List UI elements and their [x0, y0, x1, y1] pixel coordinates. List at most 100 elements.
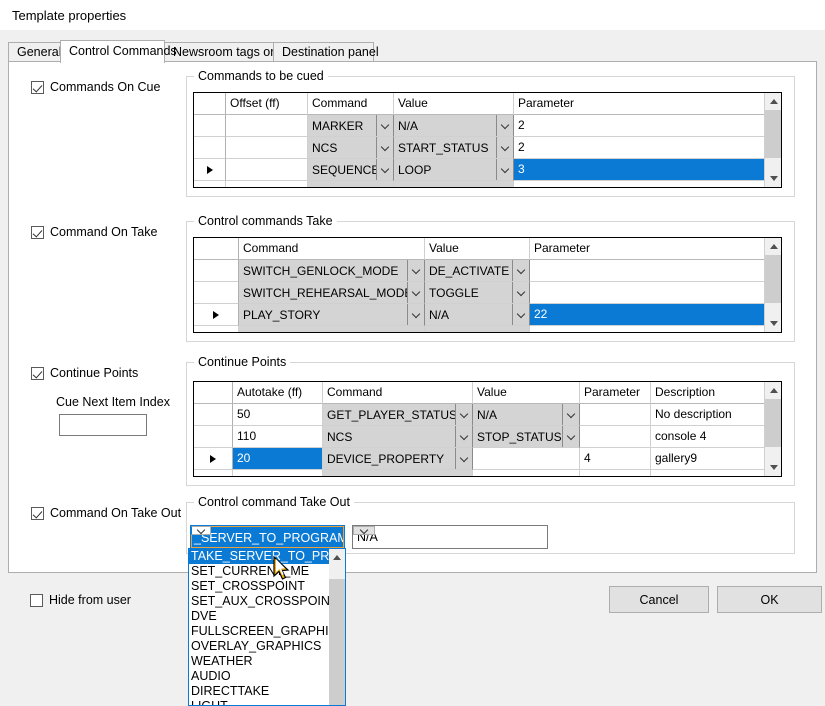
header-offset[interactable]: Offset (ff): [226, 93, 308, 115]
cell-value-combo[interactable]: N/A: [425, 304, 530, 326]
scroll-up-icon[interactable]: [329, 549, 345, 566]
table-row[interactable]: 110 NCS STOP_STATUS console 4: [194, 426, 781, 448]
cell-offset[interactable]: [226, 137, 308, 159]
checkbox-command-on-take[interactable]: Command On Take: [31, 225, 157, 239]
checkbox-continue-points[interactable]: Continue Points: [31, 366, 138, 380]
grid-commands-to-be-cued[interactable]: Offset (ff) Command Value Parameter MARK…: [193, 92, 782, 188]
tab-control-commands[interactable]: Control Commands: [60, 40, 165, 63]
chevron-down-icon[interactable]: [496, 115, 513, 136]
cell-parameter[interactable]: 4: [580, 448, 651, 470]
cell-parameter[interactable]: [530, 260, 766, 282]
command-on-take-out-checkbox-box[interactable]: [31, 507, 44, 520]
cell-command-combo[interactable]: SEQUENCE: [308, 159, 394, 181]
grid-control-commands-take[interactable]: Command Value Parameter SWITCH_GENLOCK_M…: [193, 237, 782, 333]
chevron-down-icon[interactable]: [407, 282, 424, 303]
dropdown-item[interactable]: SET_CURRENT_ME: [189, 564, 330, 579]
header-value[interactable]: Value: [425, 238, 530, 260]
cell-command-combo[interactable]: PLAY_STORY: [239, 304, 425, 326]
cell-parameter-selected[interactable]: 22: [530, 304, 766, 326]
cell-command-combo[interactable]: SWITCH_GENLOCK_MODE: [239, 260, 425, 282]
chevron-down-icon[interactable]: [376, 137, 393, 158]
cell-autotake-selected[interactable]: 20: [233, 448, 323, 470]
take-out-command-combobox[interactable]: _SERVER_TO_PROGRAM: [190, 525, 345, 549]
chevron-down-icon[interactable]: [376, 115, 393, 136]
scroll-down-icon[interactable]: [765, 170, 782, 187]
cell-value[interactable]: [473, 448, 580, 470]
cell-value-combo[interactable]: N/A: [473, 404, 580, 426]
chevron-down-icon[interactable]: [191, 526, 211, 535]
dropdown-item[interactable]: DVE: [189, 609, 330, 624]
chevron-down-icon[interactable]: [455, 404, 472, 425]
cell-command-combo[interactable]: NCS: [308, 137, 394, 159]
chevron-down-icon[interactable]: [562, 426, 579, 447]
dropdown-vertical-scrollbar[interactable]: [329, 549, 345, 705]
grid-continue-points[interactable]: Autotake (ff) Command Value Parameter De…: [193, 381, 782, 477]
cell-value-combo[interactable]: TOGGLE: [425, 282, 530, 304]
scroll-down-icon[interactable]: [765, 459, 782, 476]
table-row[interactable]: SEQUENCE LOOP 3: [194, 159, 781, 181]
cell-offset[interactable]: [226, 159, 308, 181]
dropdown-item[interactable]: OVERLAY_GRAPHICS: [189, 639, 330, 654]
dropdown-item[interactable]: TAKE_SERVER_TO_PROG: [189, 549, 330, 564]
header-description[interactable]: Description: [651, 382, 765, 404]
cell-parameter[interactable]: [580, 404, 651, 426]
chevron-down-icon[interactable]: [512, 282, 529, 303]
cell-parameter[interactable]: 2: [514, 137, 766, 159]
cell-parameter[interactable]: 2: [514, 115, 766, 137]
header-command[interactable]: Command: [239, 238, 425, 260]
table-row[interactable]: 50 GET_PLAYER_STATUS N/A No description: [194, 404, 781, 426]
table-row[interactable]: MARKER N/A 2: [194, 115, 781, 137]
cell-autotake[interactable]: 110: [233, 426, 323, 448]
cell-command-combo[interactable]: MARKER: [308, 115, 394, 137]
chevron-down-icon[interactable]: [496, 137, 513, 158]
hide-from-user-checkbox-box[interactable]: [30, 594, 43, 607]
scroll-down-icon[interactable]: [765, 315, 782, 332]
chevron-down-icon[interactable]: [407, 304, 424, 325]
cell-description[interactable]: No description: [651, 404, 765, 426]
cell-value-combo[interactable]: LOOP: [394, 159, 514, 181]
grid-vertical-scrollbar[interactable]: [764, 238, 781, 332]
chevron-down-icon[interactable]: [353, 526, 375, 535]
take-out-value-combobox[interactable]: N/A: [352, 525, 548, 549]
commands-on-cue-checkbox-box[interactable]: [31, 81, 44, 94]
scroll-up-icon[interactable]: [765, 382, 782, 399]
scroll-up-icon[interactable]: [765, 93, 782, 110]
table-row[interactable]: PLAY_STORY N/A 22: [194, 304, 781, 326]
chevron-down-icon[interactable]: [407, 260, 424, 281]
grid-vertical-scrollbar[interactable]: [764, 382, 781, 476]
header-autotake[interactable]: Autotake (ff): [233, 382, 323, 404]
cell-parameter[interactable]: [530, 282, 766, 304]
dropdown-item[interactable]: FULLSCREEN_GRAPHICS: [189, 624, 330, 639]
header-command[interactable]: Command: [323, 382, 473, 404]
scrollbar-thumb[interactable]: [765, 399, 782, 447]
command-on-take-checkbox-box[interactable]: [31, 226, 44, 239]
chevron-down-icon[interactable]: [496, 159, 513, 180]
table-row[interactable]: NCS START_STATUS 2: [194, 137, 781, 159]
chevron-down-icon[interactable]: [455, 426, 472, 447]
continue-points-checkbox-box[interactable]: [31, 367, 44, 380]
table-row[interactable]: SWITCH_GENLOCK_MODE DE_ACTIVATE: [194, 260, 781, 282]
checkbox-commands-on-cue[interactable]: Commands On Cue: [31, 80, 160, 94]
cancel-button[interactable]: Cancel: [609, 586, 709, 613]
header-command[interactable]: Command: [308, 93, 394, 115]
header-value[interactable]: Value: [394, 93, 514, 115]
dropdown-item[interactable]: WEATHER: [189, 654, 330, 669]
dropdown-item[interactable]: LIGHT: [189, 699, 330, 706]
ok-button[interactable]: OK: [717, 586, 822, 613]
cell-value-combo[interactable]: START_STATUS: [394, 137, 514, 159]
dropdown-item[interactable]: AUDIO: [189, 669, 330, 684]
dropdown-item[interactable]: SET_AUX_CROSSPOINT: [189, 594, 330, 609]
cell-command-combo[interactable]: GET_PLAYER_STATUS: [323, 404, 473, 426]
cell-value-combo[interactable]: DE_ACTIVATE: [425, 260, 530, 282]
dropdown-item[interactable]: SET_CROSSPOINT: [189, 579, 330, 594]
cell-value-combo[interactable]: N/A: [394, 115, 514, 137]
header-parameter[interactable]: Parameter: [530, 238, 766, 260]
cell-command-combo[interactable]: SWITCH_REHEARSAL_MODE: [239, 282, 425, 304]
cell-description[interactable]: gallery9: [651, 448, 765, 470]
chevron-down-icon[interactable]: [455, 448, 472, 469]
grid-vertical-scrollbar[interactable]: [764, 93, 781, 187]
scroll-up-icon[interactable]: [765, 238, 782, 255]
scrollbar-thumb[interactable]: [765, 110, 782, 158]
cell-offset[interactable]: [226, 115, 308, 137]
chevron-down-icon[interactable]: [376, 159, 393, 180]
